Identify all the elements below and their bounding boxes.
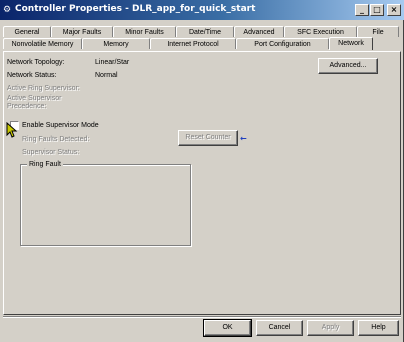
maximize-button[interactable]: □ <box>370 4 384 16</box>
tab-row-top: General Major Faults Minor Faults Date/T… <box>3 26 401 37</box>
enable-supervisor-mode-label[interactable]: Enable Supervisor Mode <box>22 122 99 130</box>
tab-internet-protocol[interactable]: Internet Protocol <box>150 38 236 49</box>
cancel-button[interactable]: Cancel <box>256 320 303 336</box>
left-arrow-icon: ← <box>240 134 247 143</box>
ring-fault-group-title: Ring Fault <box>27 160 63 169</box>
network-topology-label: Network Topology: <box>7 59 65 66</box>
footer-separator <box>3 316 401 318</box>
help-button[interactable]: Help <box>358 320 399 336</box>
ring-fault-group: Ring Fault <box>20 160 191 246</box>
tab-row-bottom: Nonvolatile Memory Memory Internet Proto… <box>3 37 401 50</box>
tab-general[interactable]: General <box>3 26 51 37</box>
tab-file[interactable]: File <box>357 26 399 37</box>
tab-memory[interactable]: Memory <box>82 38 150 49</box>
tab-nonvolatile-memory[interactable]: Nonvolatile Memory <box>3 38 82 49</box>
network-tab-panel: Network Topology: Linear/Star Network St… <box>3 51 401 315</box>
ok-button[interactable]: OK <box>203 319 252 337</box>
active-supervisor-precedence-label-2: Precedence: <box>7 103 47 110</box>
tab-port-configuration[interactable]: Port Configuration <box>236 38 329 49</box>
network-status-value: Normal <box>95 72 118 79</box>
tab-date-time[interactable]: Date/Time <box>176 26 234 37</box>
controller-properties-dialog: ⚙ Controller Properties - DLR_app_for_qu… <box>0 0 404 342</box>
window-title: Controller Properties - DLR_app_for_quic… <box>15 4 256 14</box>
supervisor-status-label: Supervisor Status: <box>22 149 80 156</box>
tab-minor-faults[interactable]: Minor Faults <box>113 26 176 37</box>
active-supervisor-precedence-label: Active Supervisor <box>7 95 62 102</box>
apply-button[interactable]: Apply <box>307 320 354 336</box>
reset-counter-button[interactable]: Reset Counter <box>178 130 238 146</box>
active-ring-supervisor-label: Active Ring Supervisor: <box>7 85 80 92</box>
ring-faults-detected-label: Ring Faults Detected: <box>22 136 90 143</box>
controller-icon: ⚙ <box>3 5 12 15</box>
network-topology-value: Linear/Star <box>95 59 130 66</box>
close-button[interactable]: × <box>387 4 401 16</box>
title-bar[interactable]: ⚙ Controller Properties - DLR_app_for_qu… <box>0 0 404 20</box>
tab-major-faults[interactable]: Major Faults <box>51 26 113 37</box>
tab-network[interactable]: Network <box>329 37 373 50</box>
advanced-button[interactable]: Advanced... <box>318 58 378 74</box>
network-status-label: Network Status: <box>7 72 57 79</box>
mouse-pointer-icon <box>6 122 18 138</box>
tab-advanced[interactable]: Advanced <box>234 26 284 37</box>
tab-sfc-execution[interactable]: SFC Execution <box>284 26 357 37</box>
minimize-button[interactable]: _ <box>355 4 369 16</box>
